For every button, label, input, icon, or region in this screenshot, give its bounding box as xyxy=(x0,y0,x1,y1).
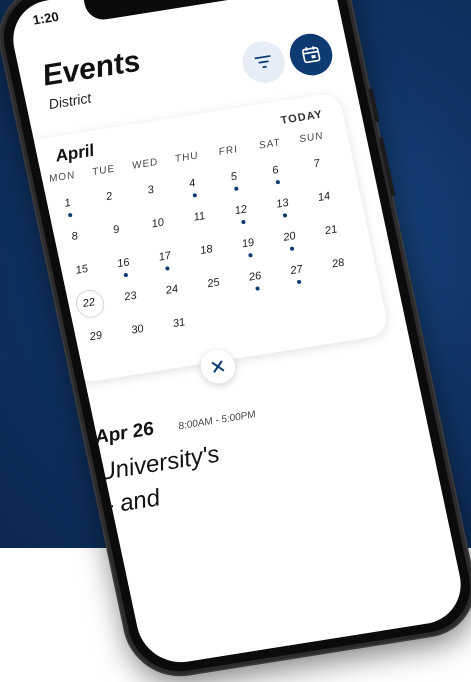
event-dot xyxy=(241,219,246,225)
calendar-day-30[interactable]: 30 xyxy=(116,321,158,339)
event-time: 8:00AM - 5:00PM xyxy=(177,409,257,433)
calendar-day-15[interactable]: 15 xyxy=(61,261,103,279)
calendar-day-4[interactable]: 4 xyxy=(171,175,213,193)
event-dot xyxy=(248,252,253,258)
event-dot xyxy=(296,279,302,285)
calendar-card: April TODAY MON TUE WED THU FRI SAT SUN 1 2 3 4 5 6 7… xyxy=(23,91,390,385)
calendar-day-9[interactable]: 9 xyxy=(95,221,137,239)
event-dot xyxy=(67,212,73,218)
event-date: Apr 26 xyxy=(92,418,156,449)
event-dot xyxy=(123,272,129,278)
weekday-thu: THU xyxy=(174,150,200,165)
page-subtitle: District xyxy=(47,89,93,113)
event-dot xyxy=(282,213,288,218)
weekday-tue: TUE xyxy=(91,163,117,179)
calendar-day-18[interactable]: 18 xyxy=(185,241,227,259)
calendar-day-25[interactable]: 25 xyxy=(193,274,235,292)
calendar-icon xyxy=(301,46,321,64)
calendar-day-11[interactable]: 11 xyxy=(178,208,220,226)
calendar-day-7[interactable]: 7 xyxy=(296,155,338,173)
weekday-fri: FRI xyxy=(217,144,239,158)
weekday-wed: WED xyxy=(131,156,160,172)
close-icon xyxy=(211,360,225,373)
calendar-day-10[interactable]: 10 xyxy=(137,214,179,232)
calendar-day-14[interactable]: 14 xyxy=(303,188,345,206)
calendar-day-20[interactable]: 20 xyxy=(269,228,311,246)
calendar-day-13[interactable]: 13 xyxy=(261,195,303,213)
calendar-view-button[interactable] xyxy=(285,30,337,79)
weekday-mon: MON xyxy=(48,169,77,185)
weekday-sat: SAT xyxy=(258,137,282,152)
calendar-day-26[interactable]: 26 xyxy=(234,268,276,286)
page-title: Events xyxy=(39,44,144,93)
event-title[interactable]: University's xyxy=(96,441,222,487)
calendar-day-12[interactable]: 12 xyxy=(220,201,262,219)
calendar-day-3[interactable]: 3 xyxy=(130,181,172,199)
calendar-day-1[interactable]: 1 xyxy=(47,194,89,212)
calendar-day-31[interactable]: 31 xyxy=(158,314,200,332)
calendar-day-29[interactable]: 29 xyxy=(75,327,117,345)
event-dot xyxy=(165,266,170,271)
calendar-day-27[interactable]: 27 xyxy=(276,261,318,279)
calendar-day-8[interactable]: 8 xyxy=(54,228,96,246)
event-dot xyxy=(255,286,260,291)
calendar-day-21[interactable]: 21 xyxy=(310,221,352,239)
event-dot xyxy=(192,193,198,198)
event-dot xyxy=(233,186,239,192)
event-dot xyxy=(275,179,281,185)
calendar-day-19[interactable]: 19 xyxy=(227,235,269,253)
event-dot xyxy=(289,246,295,251)
filter-icon xyxy=(254,54,271,69)
calendar-day-23[interactable]: 23 xyxy=(109,288,151,306)
calendar-day-5[interactable]: 5 xyxy=(213,168,255,186)
weekday-sun: SUN xyxy=(298,130,325,146)
notch xyxy=(82,0,257,23)
today-button[interactable]: TODAY xyxy=(280,109,324,127)
calendar-day-17[interactable]: 17 xyxy=(144,248,186,266)
calendar-day-16[interactable]: 16 xyxy=(102,254,144,272)
calendar-day-28[interactable]: 28 xyxy=(317,255,359,273)
calendar-day-6[interactable]: 6 xyxy=(254,161,296,179)
filter-button[interactable] xyxy=(238,38,289,86)
calendar-day-2[interactable]: 2 xyxy=(88,188,130,206)
status-time: 1:20 xyxy=(31,8,61,28)
calendar-month: April xyxy=(53,140,96,166)
calendar-day-24[interactable]: 24 xyxy=(151,281,193,299)
